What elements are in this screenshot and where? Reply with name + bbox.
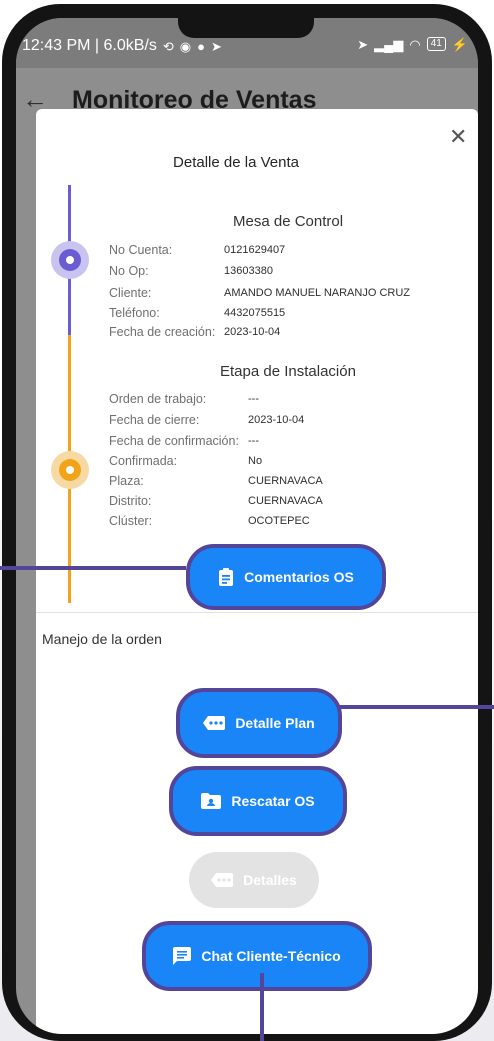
- folder-user-icon: [201, 793, 222, 809]
- row-value: 2023-10-04: [224, 326, 281, 338]
- chat-cliente-tecnico-button[interactable]: Chat Cliente-Técnico: [142, 921, 372, 991]
- section-title-mesa-control: Mesa de Control: [233, 213, 344, 230]
- row-label: No Cuenta:: [109, 243, 173, 257]
- info-row: Distrito: CUERNAVACA: [109, 494, 323, 508]
- info-row: Clúster: OCOTEPEC: [109, 514, 310, 528]
- row-value: ---: [248, 435, 259, 447]
- row-value: 2023-10-04: [248, 414, 305, 426]
- row-label: Confirmada:: [109, 454, 178, 468]
- dialog-title: Detalle de la Venta: [173, 154, 299, 171]
- location-icon: ➤: [357, 36, 369, 52]
- signal-icon: ▂▄▆: [374, 36, 404, 52]
- phone-frame: 12:43 PM | 6.0kB/s ⟲ ◉ ● ➤ ➤ ▂▄▆ ◠ 41 ⚡ …: [2, 4, 492, 1041]
- info-row: Fecha de confirmación: ---: [109, 434, 259, 448]
- clipboard-icon: [218, 567, 234, 587]
- row-value: CUERNAVACA: [248, 475, 323, 487]
- comentarios-os-button[interactable]: Comentarios OS: [186, 544, 386, 610]
- highlight-connector-right: [337, 705, 494, 709]
- info-row: No Cuenta: 0121629407: [109, 243, 285, 257]
- divider: [36, 612, 478, 613]
- rescatar-os-button[interactable]: Rescatar OS: [169, 766, 347, 836]
- chat-icon: ●: [197, 38, 205, 54]
- timeline-dot-installation: [51, 451, 89, 489]
- rescatar-os-label: Rescatar OS: [231, 793, 315, 809]
- chat-bubble-icon: [173, 947, 192, 965]
- timeline-dot-control: [51, 241, 89, 279]
- detalle-plan-label: Detalle Plan: [235, 715, 315, 731]
- row-value: OCOTEPEC: [248, 515, 310, 527]
- info-row: No Op: 13603380: [109, 264, 273, 278]
- row-label: Fecha de confirmación:: [109, 434, 239, 448]
- sale-detail-dialog: ✕ Detalle de la Venta Mesa de Control No…: [36, 109, 478, 1034]
- row-value: 13603380: [224, 265, 273, 277]
- messenger-icon: ◉: [179, 38, 192, 54]
- row-label: Clúster:: [109, 514, 153, 528]
- wifi-icon: ◠: [409, 36, 421, 52]
- highlight-connector-bottom: [260, 973, 264, 1041]
- row-label: Fecha de creación:: [109, 325, 216, 339]
- status-time: 12:43 PM | 6.0kB/s: [22, 37, 157, 54]
- camera-notch: [178, 18, 314, 38]
- sync-icon: ⟲: [162, 38, 174, 54]
- more-dots-icon: [203, 716, 226, 730]
- row-label: No Op:: [109, 264, 149, 278]
- detalles-button[interactable]: Detalles: [189, 852, 319, 908]
- charging-icon: ⚡: [451, 36, 468, 52]
- more-dots-icon: [211, 873, 234, 887]
- row-value: ---: [248, 393, 259, 405]
- row-label: Orden de trabajo:: [109, 392, 207, 406]
- battery-icon: 41: [426, 37, 446, 51]
- send-icon: ➤: [211, 38, 222, 54]
- row-value: CUERNAVACA: [248, 495, 323, 507]
- info-row: Fecha de creación: 2023-10-04: [109, 325, 280, 339]
- row-label: Cliente:: [109, 286, 152, 300]
- status-left: 12:43 PM | 6.0kB/s ⟲ ◉ ● ➤: [22, 37, 222, 55]
- row-label: Fecha de cierre:: [109, 413, 200, 427]
- row-value: 4432075515: [224, 307, 286, 319]
- comentarios-os-label: Comentarios OS: [244, 569, 354, 585]
- row-label: Plaza:: [109, 474, 144, 488]
- order-section-title: Manejo de la orden: [42, 631, 162, 647]
- status-right: ➤ ▂▄▆ ◠ 41 ⚡: [357, 37, 468, 51]
- row-label: Distrito:: [109, 494, 152, 508]
- chat-cliente-tecnico-label: Chat Cliente-Técnico: [201, 948, 341, 964]
- info-row: Plaza: CUERNAVACA: [109, 474, 323, 488]
- info-row: Cliente: AMANDO MANUEL NARANJO CRUZ: [109, 286, 410, 300]
- row-label: Teléfono:: [109, 306, 160, 320]
- highlight-connector-left-inner: [0, 566, 186, 570]
- detalles-label: Detalles: [243, 872, 297, 888]
- phone-screen: 12:43 PM | 6.0kB/s ⟲ ◉ ● ➤ ➤ ▂▄▆ ◠ 41 ⚡ …: [16, 18, 478, 1034]
- info-row: Confirmada: No: [109, 454, 262, 468]
- info-row: Orden de trabajo: ---: [109, 392, 259, 406]
- detalle-plan-button[interactable]: Detalle Plan: [176, 688, 342, 758]
- info-row: Teléfono: 4432075515: [109, 306, 285, 320]
- row-value: AMANDO MANUEL NARANJO CRUZ: [224, 287, 410, 299]
- row-value: No: [248, 455, 263, 467]
- close-icon[interactable]: ✕: [449, 126, 467, 148]
- info-row: Fecha de cierre: 2023-10-04: [109, 413, 304, 427]
- row-value: 0121629407: [224, 244, 286, 256]
- section-title-instalacion: Etapa de Instalación: [220, 363, 356, 380]
